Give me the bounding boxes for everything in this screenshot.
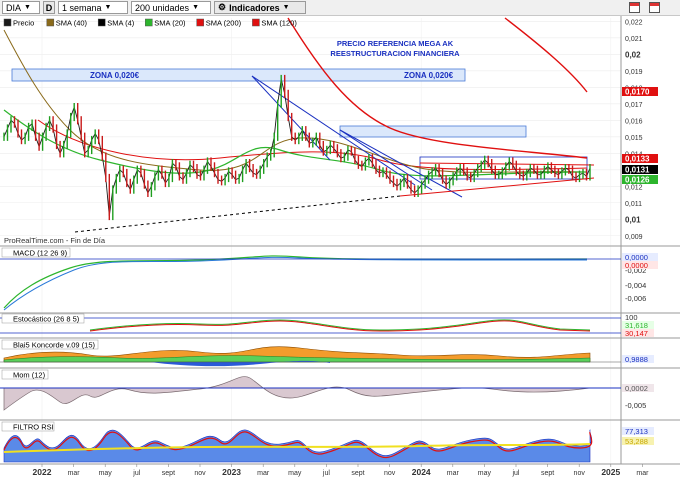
price-tag: 0,0126 — [625, 176, 650, 185]
x-tick-label: 2023 — [222, 467, 241, 477]
price-ytick: 0,017 — [625, 102, 643, 109]
legend-item: SMA (40) — [56, 19, 88, 28]
stoch-tag-2: 30,147 — [625, 329, 648, 338]
macd-ytick-2: -0,004 — [625, 281, 646, 290]
legend-swatch — [97, 18, 106, 27]
rsi-label: FILTRO RSI — [13, 423, 54, 432]
zone-box-long — [11, 68, 466, 82]
x-tick-label: 2025 — [601, 467, 620, 477]
price-ytick: 0,012 — [625, 184, 643, 191]
price-tag: 0,0131 — [625, 166, 650, 175]
zone-label-right: ZONA 0,020€ — [404, 71, 454, 80]
rsi-tag-1: 77,313 — [625, 427, 648, 436]
legend-swatch — [196, 18, 204, 27]
mom-label: Mom (12) — [13, 371, 46, 380]
price-ytick: 0,016 — [625, 118, 643, 125]
sma-200-line-upper — [504, 17, 588, 93]
macd-label: MACD (12 26 9) — [13, 249, 68, 258]
price-bars — [3, 74, 591, 221]
macd-signal-line — [3, 256, 588, 311]
x-tick-label: jul — [511, 470, 519, 477]
x-tick-label: sept — [351, 470, 364, 477]
x-tick-label: sept — [162, 470, 175, 477]
price-y-axis: 0,0220,0210,020,0190,0180,0170,0160,0150… — [625, 19, 643, 240]
x-tick-label: nov — [384, 470, 396, 477]
macd-panel: MACD (12 26 9) -0,002 -0,004 -0,006 0,00… — [0, 247, 658, 311]
price-tag: 0,0170 — [625, 88, 650, 97]
watermark: ProRealTime.com - Fin de Día — [4, 236, 106, 245]
macd-line — [3, 255, 588, 309]
price-ytick: 0,011 — [625, 201, 642, 208]
price-legend: Precio SMA (40) SMA (4) SMA (20) SMA (200) SM… — [3, 18, 297, 28]
price-ytick: 0,021 — [625, 36, 643, 43]
legend-swatch — [252, 18, 260, 27]
legend-swatch — [46, 18, 55, 27]
x-tick-label: mar — [257, 470, 270, 477]
price-ytick: 0,015 — [625, 135, 643, 142]
legend-item: SMA (120) — [261, 19, 297, 28]
x-tick-label: mar — [636, 470, 649, 477]
x-tick-label: 2024 — [412, 467, 431, 477]
annotation-line-2: REESTRUCTURACION FINANCIERA — [330, 49, 460, 58]
annotation-line-1: PRECIO REFERENCIA MEGA AK — [337, 39, 454, 48]
x-tick-label: jul — [322, 470, 330, 477]
mom-panel: Mom (12) 0,0002 -0,005 — [0, 369, 654, 411]
legend-item: SMA (20) — [154, 19, 186, 28]
x-tick-label: mar — [68, 470, 81, 477]
legend-swatch — [145, 18, 153, 27]
price-ytick: 0,02 — [625, 50, 641, 59]
chart-canvas[interactable]: ZONA 0,020€ ZONA 0,020€ PRECIO REFERENCI… — [0, 0, 680, 478]
x-tick-label: mar — [447, 470, 460, 477]
x-tick-label: jul — [132, 470, 140, 477]
koncorde-tag: 0,9888 — [625, 355, 648, 364]
macd-ytick-3: -0,006 — [625, 294, 646, 303]
rsi-tag-2: 53,288 — [625, 437, 648, 446]
stoch-d-line — [89, 320, 591, 332]
zone-box-short — [339, 125, 527, 138]
legend-swatch — [3, 18, 12, 27]
stoch-label: Estocástico (26 8 5) — [13, 315, 80, 324]
mom-tag: 0,0002 — [625, 384, 648, 393]
zone-label-left: ZONA 0,020€ — [90, 71, 140, 80]
x-tick-label: 2022 — [33, 467, 52, 477]
koncorde-label: Blai5 Koncorde v.09 (15) — [13, 341, 95, 350]
price-ytick: 0,009 — [625, 234, 643, 241]
price-ytick: 0,019 — [625, 69, 643, 76]
stoch-panel: Estocástico (26 8 5) 100 0 31,618 30,147 — [0, 313, 654, 339]
x-axis: 2022 mar may jul sept nov 2023 mar may jul sept nov… — [33, 464, 649, 477]
mom-ytick: -0,005 — [625, 401, 646, 410]
trendline-blue-4 — [339, 129, 433, 191]
x-tick-label: sept — [541, 470, 554, 477]
koncorde-panel: Blai5 Koncorde v.09 (15) 0,9888 — [0, 339, 654, 367]
legend-item: SMA (4) — [107, 19, 135, 28]
legend-item: SMA (200) — [206, 19, 242, 28]
price-ytick: 0,01 — [625, 215, 641, 224]
x-tick-label: nov — [194, 470, 206, 477]
rsi-panel: FILTRO RSI 77,313 53,288 — [1, 421, 654, 463]
legend-item: Precio — [13, 19, 34, 28]
mom-area — [3, 376, 591, 411]
price-tag: 0,0133 — [625, 155, 650, 164]
support-dashed — [74, 195, 401, 233]
macd-tag-2: 0,0000 — [625, 261, 648, 270]
x-tick-label: may — [288, 470, 302, 477]
x-tick-label: nov — [574, 470, 586, 477]
x-tick-label: may — [478, 470, 492, 477]
x-tick-label: may — [99, 470, 113, 477]
price-ytick: 0,022 — [625, 19, 643, 26]
